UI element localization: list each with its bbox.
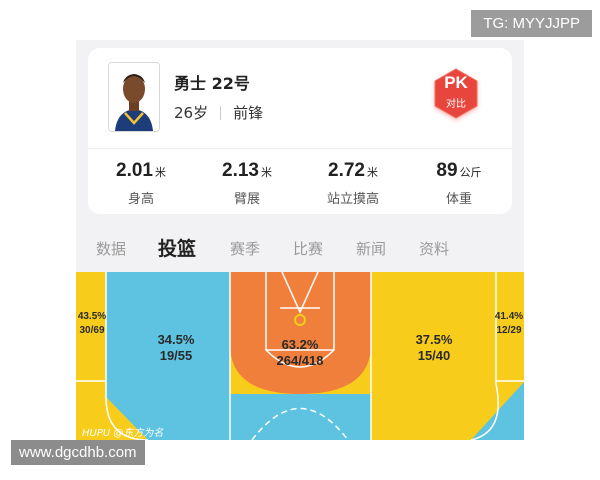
player-profile-screen: 勇士 22号 26岁 前锋 PK 对比 2.01 米 身高 2.13 米 臂展 … bbox=[76, 40, 524, 440]
card-divider bbox=[88, 148, 512, 149]
pk-label: PK bbox=[444, 73, 468, 92]
player-age: 26岁 bbox=[174, 104, 209, 122]
stat-label: 臂展 bbox=[233, 192, 260, 207]
pk-sublabel: 对比 bbox=[446, 99, 466, 110]
zone-made: 15/40 bbox=[417, 348, 451, 363]
overlay-url-tag: www.dgcdhb.com bbox=[11, 440, 145, 465]
tab-games[interactable]: 比赛 bbox=[293, 238, 323, 259]
player-card: 勇士 22号 26岁 前锋 PK 对比 2.01 米 身高 2.13 米 臂展 … bbox=[88, 48, 512, 214]
stat-height: 2.01 米 身高 bbox=[88, 160, 194, 207]
stat-weight: 89 公斤 体重 bbox=[406, 160, 512, 207]
player-avatar bbox=[108, 62, 160, 132]
source-watermark: HUPU @东方为名 bbox=[82, 428, 164, 439]
stat-value: 2.72 bbox=[328, 160, 365, 181]
tab-season[interactable]: 赛季 bbox=[230, 238, 260, 259]
player-position: 前锋 bbox=[233, 104, 264, 122]
zone-made: 12/29 bbox=[496, 325, 522, 336]
zone-made: 30/69 bbox=[79, 325, 105, 336]
zone-made: 19/55 bbox=[159, 348, 193, 363]
tab-news[interactable]: 新闻 bbox=[356, 238, 386, 259]
zone-pct: 43.5% bbox=[77, 311, 107, 322]
stat-label: 身高 bbox=[127, 192, 154, 207]
section-tabs: 数据 投篮 赛季 比赛 新闻 资料 bbox=[76, 230, 524, 266]
tab-data[interactable]: 数据 bbox=[96, 238, 126, 259]
stat-value: 2.13 bbox=[222, 160, 259, 181]
stat-value: 89 bbox=[436, 160, 458, 181]
zone-made: 264/418 bbox=[276, 353, 324, 368]
zone-label-left-wing: 34.5% 19/55 bbox=[136, 332, 216, 364]
zone-paint bbox=[230, 272, 371, 394]
zone-label-left-corner: 43.5% 30/69 bbox=[76, 310, 108, 338]
stat-wingspan: 2.13 米 臂展 bbox=[194, 160, 300, 207]
zone-mid-range-bottom bbox=[230, 394, 371, 440]
stat-standing-reach: 2.72 米 站立摸高 bbox=[300, 160, 406, 207]
zone-pct: 37.5% bbox=[415, 332, 453, 347]
zone-pct: 41.4% bbox=[494, 311, 524, 322]
stat-value: 2.01 bbox=[116, 160, 153, 181]
zone-label-right-wing: 37.5% 15/40 bbox=[394, 332, 474, 364]
zone-pct: 63.2% bbox=[281, 337, 319, 352]
tab-profile[interactable]: 资料 bbox=[419, 238, 449, 259]
stat-label: 站立摸高 bbox=[326, 192, 379, 207]
pk-compare-button[interactable]: PK 对比 bbox=[428, 66, 484, 124]
stat-unit: 公斤 bbox=[459, 166, 482, 179]
player-meta: 26岁 前锋 bbox=[174, 102, 263, 123]
overlay-tg-tag: TG: MYYJJPP bbox=[471, 10, 592, 37]
tab-shooting[interactable]: 投篮 bbox=[158, 234, 196, 261]
zone-label-right-corner: 41.4% 12/29 bbox=[492, 310, 524, 338]
stat-label: 体重 bbox=[445, 192, 472, 207]
stat-unit: 米 bbox=[154, 166, 166, 179]
zone-label-paint: 63.2% 264/418 bbox=[250, 337, 350, 369]
zone-pct: 34.5% bbox=[157, 332, 195, 347]
stat-unit: 米 bbox=[366, 166, 378, 179]
meta-divider bbox=[220, 105, 222, 120]
player-name: 勇士 22号 bbox=[174, 74, 250, 93]
stat-unit: 米 bbox=[260, 166, 272, 179]
shot-chart: 43.5% 30/69 34.5% 19/55 63.2% 264/418 37… bbox=[76, 271, 524, 440]
